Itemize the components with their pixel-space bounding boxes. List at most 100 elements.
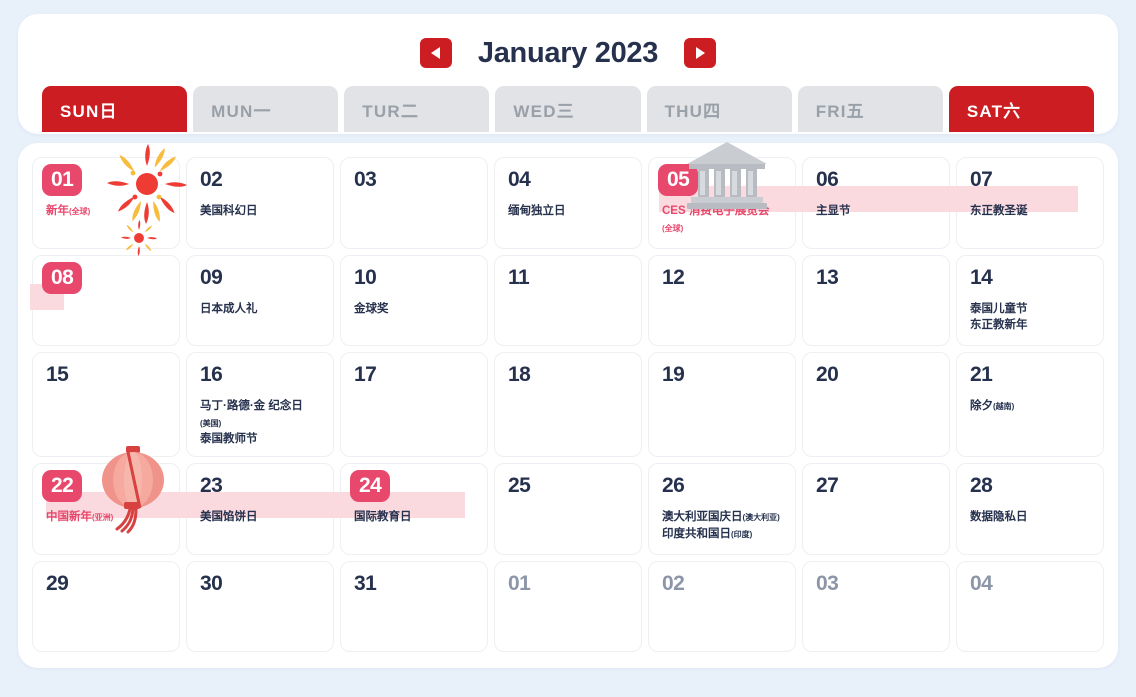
event-label: 缅甸独立日 [508, 203, 629, 220]
day-cell[interactable]: 23 美国馅饼日 [186, 463, 334, 555]
day-number: 03 [354, 168, 377, 191]
calendar-week-row: 08 09 日本成人礼 10 金球奖 11 12 13 14 泰国儿童节 东正教新年 [30, 254, 1104, 346]
day-cell[interactable]: 28 数据隐私日 [956, 463, 1104, 555]
event-label: 印度共和国日(印度) [662, 526, 783, 543]
day-cell[interactable]: 08 [32, 254, 180, 346]
weekday-tab-5[interactable]: FRI五 [797, 86, 943, 132]
event-text: 数据隐私日 [970, 511, 1028, 524]
day-number: 16 [200, 363, 223, 386]
day-cell[interactable]: 01 [494, 560, 642, 653]
day-cell[interactable]: 04 [956, 560, 1104, 653]
weekday-label: SUN日 [60, 101, 118, 121]
day-cell[interactable]: 05 CES 消费电子展览会 (全球) [648, 157, 796, 249]
event-label: 日本成人礼 [200, 301, 321, 318]
day-events: 数据隐私日 [970, 509, 1091, 526]
event-text: 美国馅饼日 [200, 511, 258, 524]
day-cell[interactable]: 09 日本成人礼 [186, 254, 334, 346]
day-number: 07 [970, 168, 993, 191]
weekday-label: THU四 [664, 101, 722, 121]
event-text: 东正教圣诞 [970, 205, 1028, 217]
day-cell[interactable]: 14 泰国儿童节 东正教新年 [956, 254, 1104, 346]
day-events: 中国新年(亚洲) [46, 509, 167, 526]
event-label: 数据隐私日 [970, 509, 1091, 526]
weekday-label: TUR二 [362, 101, 420, 121]
day-cell[interactable]: 27 [802, 463, 950, 555]
event-label: 泰国儿童节 [970, 301, 1091, 318]
day-events: 国际教育日 [354, 509, 475, 526]
day-cell[interactable]: 02 [648, 560, 796, 653]
calendar-grid-card: 01 新年(全球) 02 美国科幻日 03 04 缅甸独立日 05 CES 消费电子展览会 (全球… [18, 143, 1118, 668]
calendar-week-row: 29 30 31 01 02 03 04 [32, 560, 1104, 653]
weekday-tab-6[interactable]: SAT六 [948, 86, 1094, 132]
event-text: 东正教新年 [970, 319, 1028, 332]
day-cell[interactable]: 19 [648, 352, 796, 458]
day-cell[interactable]: 20 [802, 352, 950, 458]
day-number: 31 [354, 571, 377, 595]
event-region-note: (澳大利亚) [742, 513, 780, 523]
day-number: 13 [816, 265, 839, 289]
day-cell[interactable]: 18 [494, 352, 642, 458]
day-cell[interactable]: 04 缅甸独立日 [494, 157, 642, 249]
day-cell[interactable]: 06 主显节 [802, 157, 950, 249]
day-number: 30 [200, 571, 223, 595]
weekday-tab-4[interactable]: THU四 [646, 86, 792, 132]
weekday-tab-2[interactable]: TUR二 [344, 86, 490, 132]
day-number: 04 [970, 571, 993, 595]
day-cell[interactable]: 24 国际教育日 [340, 463, 488, 555]
event-label: 美国科幻日 [200, 203, 321, 220]
event-text: 主显节 [816, 205, 851, 217]
day-events: 新年(全球) [46, 203, 167, 220]
event-region-note: (全球) [662, 223, 684, 233]
day-cell[interactable]: 21 除夕(越南) [956, 352, 1104, 458]
day-cell[interactable]: 11 [494, 254, 642, 346]
chevron-right-icon [695, 47, 705, 59]
day-cell[interactable]: 17 [340, 352, 488, 458]
event-label: 新年(全球) [46, 203, 167, 220]
day-number: 14 [970, 265, 993, 289]
day-number: 12 [662, 265, 685, 289]
day-number: 25 [508, 474, 531, 498]
day-number: 19 [662, 363, 685, 386]
day-cell[interactable]: 03 [340, 157, 488, 249]
day-number: 09 [200, 265, 223, 289]
day-number: 18 [508, 363, 531, 386]
event-label: 美国馅饼日 [200, 509, 321, 526]
day-number: 10 [354, 265, 377, 289]
day-cell[interactable]: 30 [186, 560, 334, 653]
day-number: 17 [354, 363, 377, 386]
weekday-tab-3[interactable]: WED三 [495, 86, 641, 132]
day-cell[interactable]: 25 [494, 463, 642, 555]
event-region-note: (美国) [200, 418, 222, 428]
event-text: 中国新年 [46, 511, 92, 524]
day-cell[interactable]: 15 [32, 352, 180, 458]
event-region-note: (越南) [993, 402, 1015, 411]
day-cell[interactable]: 10 金球奖 [340, 254, 488, 346]
weekday-label: WED三 [513, 101, 575, 121]
day-number: 22 [42, 470, 83, 503]
day-cell[interactable]: 01 新年(全球) [32, 157, 180, 249]
event-text: 缅甸独立日 [508, 205, 566, 217]
day-cell[interactable]: 12 [648, 254, 796, 346]
event-text: 马丁·路德·金 纪念日 [200, 400, 303, 412]
day-cell[interactable]: 22 中国新年(亚洲) [32, 463, 180, 555]
day-cell[interactable]: 02 美国科幻日 [186, 157, 334, 249]
event-region-note: (全球) [69, 207, 91, 216]
day-cell[interactable]: 31 [340, 560, 488, 653]
event-label: 国际教育日 [354, 509, 475, 526]
event-text: 国际教育日 [354, 511, 412, 524]
day-cell[interactable]: 16 马丁·路德·金 纪念日 (美国) 泰国教师节 [186, 352, 334, 458]
day-events: 金球奖 [354, 301, 475, 318]
day-cell[interactable]: 26 澳大利亚国庆日(澳大利亚) 印度共和国日(印度) [648, 463, 796, 555]
day-cell[interactable]: 07 东正教圣诞 [956, 157, 1104, 249]
day-cell[interactable]: 03 [802, 560, 950, 653]
previous-month-button[interactable] [419, 38, 452, 68]
month-navigation: January 2023 [42, 32, 1094, 74]
weekday-tab-0[interactable]: SUN日 [42, 86, 188, 132]
day-cell[interactable]: 13 [802, 254, 950, 346]
day-cell[interactable]: 29 [32, 560, 180, 653]
day-number: 26 [662, 474, 685, 498]
day-events: 日本成人礼 [200, 301, 321, 318]
weekday-tab-1[interactable]: MUN一 [193, 86, 339, 132]
next-month-button[interactable] [684, 38, 717, 68]
event-region-note: (亚洲) [92, 513, 114, 523]
